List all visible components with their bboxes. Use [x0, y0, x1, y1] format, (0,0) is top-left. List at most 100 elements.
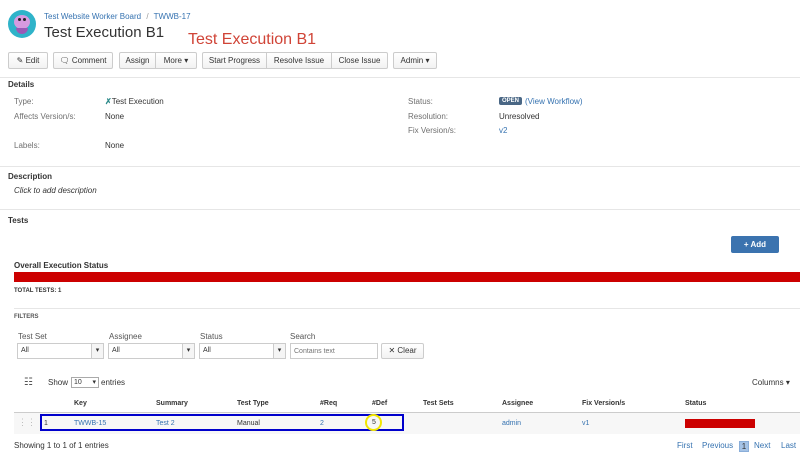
test-set-label: Test Set — [18, 332, 47, 341]
drag-handle-icon[interactable]: ⋮⋮ — [18, 417, 36, 428]
column-header-test-sets[interactable]: Test Sets — [423, 400, 454, 407]
admin-label: Admin — [400, 56, 424, 65]
pager-first[interactable]: First — [677, 441, 693, 450]
start-progress-label: Start Progress — [208, 56, 261, 65]
project-avatar-icon[interactable] — [8, 10, 36, 38]
close-issue-label: Close Issue — [338, 56, 381, 65]
affects-version-value: None — [105, 112, 125, 121]
column-header-key[interactable]: Key — [74, 400, 87, 407]
labels-value: None — [105, 141, 125, 150]
close-issue-button[interactable]: Close Issue — [332, 52, 388, 69]
row-assignee-link[interactable]: admin — [502, 420, 521, 427]
plus-icon: + — [743, 240, 749, 249]
edit-button[interactable]: ✎ Edit — [8, 52, 48, 69]
view-workflow-link[interactable]: (View Workflow) — [525, 97, 583, 106]
chevron-down-icon[interactable]: ▾ — [92, 343, 104, 359]
assignee-select[interactable]: All — [108, 343, 183, 359]
caret-down-icon: ▾ — [425, 56, 430, 65]
clear-filters-button[interactable]: ✕ Clear — [381, 343, 424, 359]
pager-next[interactable]: Next — [754, 441, 770, 450]
status-filter-label: Status — [200, 332, 223, 341]
divider — [14, 308, 800, 309]
divider — [0, 77, 800, 78]
type-label: Type: — [14, 97, 34, 106]
test-set-select[interactable]: All — [17, 343, 92, 359]
columns-button[interactable]: Columns ▾ — [752, 378, 790, 387]
status-filter-select[interactable]: All — [199, 343, 274, 359]
column-header-summary[interactable]: Summary — [156, 400, 188, 407]
caret-down-icon: ▾ — [92, 379, 96, 386]
add-label: Add — [750, 240, 767, 249]
search-input[interactable] — [290, 343, 378, 359]
chevron-down-icon[interactable]: ▾ — [274, 343, 286, 359]
column-header-def[interactable]: #Def — [372, 400, 387, 407]
fix-version-label: Fix Version/s: — [408, 126, 457, 135]
breadcrumb-issue-link[interactable]: TWWB-17 — [154, 12, 191, 21]
assign-button[interactable]: Assign — [119, 52, 156, 69]
showing-entries: Showing 1 to 1 of 1 entries — [14, 441, 109, 450]
column-header-assignee[interactable]: Assignee — [502, 400, 533, 407]
row-fix-version-link[interactable]: v1 — [582, 420, 589, 427]
start-progress-button[interactable]: Start Progress — [202, 52, 267, 69]
highlight-box — [40, 414, 404, 431]
details-heading: Details — [8, 80, 35, 89]
more-button[interactable]: More ▾ — [156, 52, 197, 69]
status-badge: OPEN — [499, 97, 523, 105]
more-label: More — [163, 56, 182, 65]
test-execution-icon: ✗ — [105, 97, 112, 106]
edit-label: Edit — [25, 56, 40, 65]
breadcrumb: Test Website Worker Board / TWWB-17 — [44, 12, 191, 21]
type-value-text: Test Execution — [111, 97, 164, 106]
total-tests: TOTAL TESTS: 1 — [14, 288, 62, 294]
column-settings-icon[interactable]: ☷ — [24, 377, 33, 388]
show-label: Show — [48, 378, 69, 387]
comment-icon: 🗨 — [59, 56, 70, 65]
highlight-circle — [365, 414, 382, 431]
column-header-status[interactable]: Status — [685, 400, 706, 407]
search-label: Search — [290, 332, 316, 341]
resolve-issue-label: Resolve Issue — [273, 56, 325, 65]
column-header-req[interactable]: #Req — [320, 400, 337, 407]
comment-button[interactable]: 🗨 Comment — [53, 52, 113, 69]
caret-down-icon: ▾ — [785, 378, 790, 387]
pager-previous[interactable]: Previous — [702, 441, 733, 450]
chevron-down-icon[interactable]: ▾ — [183, 343, 195, 359]
page-title: Test Execution B1 — [44, 24, 165, 41]
entries-label: entries — [101, 378, 126, 387]
pager-page-1[interactable]: 1 — [739, 441, 749, 452]
labels-label: Labels: — [14, 141, 40, 150]
assignee-label: Assignee — [109, 332, 142, 341]
tests-heading: Tests — [8, 216, 29, 225]
resolve-issue-button[interactable]: Resolve Issue — [267, 52, 332, 69]
entries-select[interactable]: 10 ▾ — [71, 377, 99, 388]
fix-version-link[interactable]: v2 — [499, 126, 507, 135]
column-header-test-type[interactable]: Test Type — [237, 400, 269, 407]
divider — [0, 209, 800, 210]
description-heading: Description — [8, 172, 53, 181]
entries-value: 10 — [74, 379, 82, 386]
annotation-title: Test Execution B1 — [188, 31, 317, 48]
breadcrumb-separator: / — [146, 12, 149, 21]
progress-fail-fill — [14, 272, 800, 282]
pager-last[interactable]: Last — [781, 441, 796, 450]
columns-label: Columns — [752, 378, 784, 387]
admin-button[interactable]: Admin ▾ — [393, 52, 437, 69]
description-placeholder[interactable]: Click to add description — [14, 186, 97, 195]
pencil-icon: ✎ — [16, 56, 24, 65]
breadcrumb-project-link[interactable]: Test Website Worker Board — [44, 12, 141, 21]
filters-heading: FILTERS — [14, 314, 39, 320]
type-value: ✗Test Execution — [105, 97, 164, 106]
comment-label: Comment — [71, 56, 107, 65]
execution-progress-bar — [14, 272, 800, 282]
assign-label: Assign — [125, 56, 150, 65]
clear-label: Clear — [397, 346, 417, 355]
status-label: Status: — [408, 97, 433, 106]
affects-version-label: Affects Version/s: — [14, 112, 76, 121]
column-header-fix-version[interactable]: Fix Version/s — [582, 400, 625, 407]
close-icon: ✕ — [388, 346, 396, 355]
overall-status-title: Overall Execution Status — [14, 261, 109, 270]
row-status-bar — [685, 419, 755, 428]
resolution-value: Unresolved — [499, 112, 540, 121]
add-test-button[interactable]: + Add — [731, 236, 779, 253]
caret-down-icon: ▾ — [184, 56, 189, 65]
